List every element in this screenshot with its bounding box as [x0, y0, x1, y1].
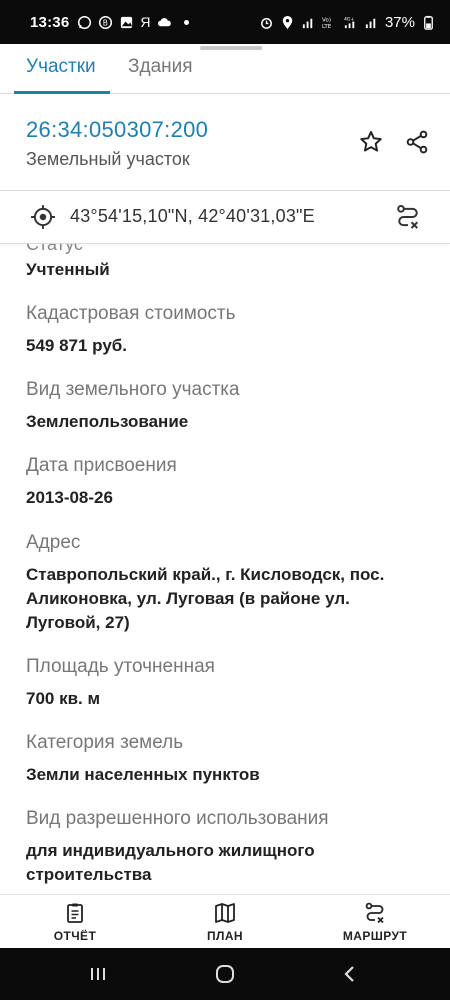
signal-2-icon [364, 15, 379, 30]
route-icon [365, 902, 384, 924]
field-label: Дата присвоения [26, 455, 177, 476]
svg-text:Vo): Vo) [322, 17, 331, 23]
tab-buildings-label: Здания [128, 56, 193, 77]
more-notifications-dot [183, 19, 189, 25]
field-area: Площадь уточненная 700 кв. м [26, 655, 426, 711]
whatsapp-icon [77, 15, 92, 30]
nav-report[interactable]: ОТЧЁТ [20, 901, 130, 943]
gps-target-icon[interactable] [30, 204, 56, 230]
share-button[interactable] [402, 127, 432, 157]
gallery-icon [119, 15, 134, 30]
star-icon [360, 131, 382, 152]
battery-icon [421, 15, 436, 30]
coordinates-row: 43°54'15,10"N, 42°40'31,03"E [0, 191, 450, 243]
tab-parcels-label: Участки [26, 56, 96, 77]
alarm-icon [259, 15, 274, 30]
field-label: Вид разрешенного использования [26, 808, 329, 829]
status-value: Учтенный [26, 260, 110, 279]
home-icon[interactable] [213, 962, 237, 986]
share-icon [406, 130, 428, 154]
field-label: Кадастровая стоимость [26, 303, 236, 324]
tab-buildings[interactable]: Здания [128, 54, 193, 94]
field-value: Ставропольский край., г. Кисловодск, пос… [26, 565, 385, 632]
field-label: Вид земельного участка [26, 379, 240, 400]
whatsapp-business-icon: B [98, 15, 113, 30]
field-value: Землепользование [26, 412, 189, 431]
field-value: для индивидуального жилищного строительс… [26, 841, 315, 884]
field-assignment-date: Дата присвоения 2013-08-26 [26, 454, 426, 510]
details-list: Статус Учтенный Кадастровая стоимость 54… [0, 244, 450, 894]
nav-route[interactable]: МАРШРУТ [320, 901, 430, 943]
signal-icon [301, 15, 316, 30]
bottom-navigation: ОТЧЁТ ПЛАН МАРШРУТ [0, 894, 450, 948]
field-label: Категория земель [26, 732, 184, 753]
back-icon[interactable] [338, 962, 362, 986]
route-icon[interactable] [394, 203, 422, 231]
object-header: 26:34:050307:200 Земельный участок [0, 95, 450, 190]
nav-plan-label: ПЛАН [207, 929, 243, 943]
status-time: 13:36 [30, 13, 70, 31]
notification-icons: B Я [77, 14, 189, 30]
yandex-icon: Я [140, 14, 151, 30]
field-value: Земли населенных пунктов [26, 765, 260, 784]
object-type: Земельный участок [26, 149, 190, 169]
field-address: Адрес Ставропольский край., г. Кисловодс… [26, 531, 426, 635]
status-label: Статус [26, 244, 83, 254]
field-label: Адрес [26, 532, 81, 553]
field-cadastral-value: Кадастровая стоимость 549 871 руб. [26, 302, 426, 358]
field-value: 700 кв. м [26, 689, 101, 708]
tabs-bar: Участки Здания [0, 44, 450, 94]
field-land-type: Вид земельного участка Землепользование [26, 378, 426, 434]
svg-text:LTE: LTE [322, 24, 332, 30]
cloud-icon [157, 15, 172, 30]
cadastral-number[interactable]: 26:34:050307:200 [26, 117, 208, 143]
nav-route-label: МАРШРУТ [342, 929, 408, 943]
map-icon [215, 903, 235, 923]
field-label: Площадь уточненная [26, 656, 215, 677]
4g-signal-icon: 4G+ [343, 15, 358, 30]
status-bar: 13:36 B Я Vo) LTE 4G+ 37% [0, 0, 450, 44]
field-value: 2013-08-26 [26, 488, 113, 507]
system-navigation-bar [0, 948, 450, 1000]
volte-icon: Vo) LTE [322, 15, 337, 30]
recent-apps-icon[interactable] [86, 962, 110, 986]
nav-plan[interactable]: ПЛАН [170, 901, 280, 943]
system-icons: Vo) LTE 4G+ 37% [259, 14, 436, 31]
field-value: 549 871 руб. [26, 336, 128, 355]
tab-parcels[interactable]: Участки [26, 54, 96, 94]
nav-report-label: ОТЧЁТ [53, 929, 97, 943]
coordinates-text[interactable]: 43°54'15,10"N, 42°40'31,03"E [70, 206, 315, 227]
field-permitted-use: Вид разрешенного использования для индив… [26, 807, 426, 887]
drag-handle[interactable] [200, 46, 262, 50]
battery-level: 37% [384, 13, 415, 31]
active-tab-indicator [14, 91, 110, 94]
favorite-button[interactable] [356, 127, 386, 157]
location-icon [280, 15, 295, 30]
svg-text:B: B [103, 18, 108, 27]
report-icon [67, 903, 83, 923]
field-land-category: Категория земель Земли населенных пункто… [26, 731, 426, 787]
